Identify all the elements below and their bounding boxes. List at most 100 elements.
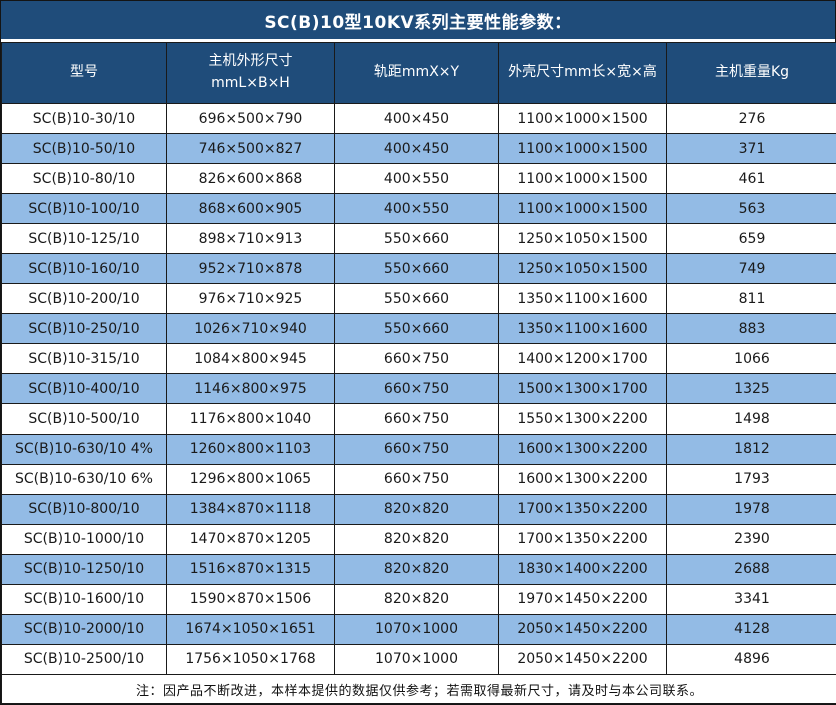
table-cell: 550×660 bbox=[335, 224, 499, 254]
table-cell: 1470×870×1205 bbox=[167, 524, 335, 554]
table-row: SC(B)10-2000/101674×1050×16511070×100020… bbox=[2, 614, 836, 644]
table-cell: 976×710×925 bbox=[167, 284, 335, 314]
header-model: 型号 bbox=[2, 43, 167, 104]
table-cell: 2050×1450×2200 bbox=[499, 644, 667, 674]
table-cell: 550×660 bbox=[335, 284, 499, 314]
table-cell: 371 bbox=[667, 134, 836, 164]
table-cell: 660×750 bbox=[335, 374, 499, 404]
table-cell: 2390 bbox=[667, 524, 836, 554]
table-cell: 1590×870×1506 bbox=[167, 584, 335, 614]
table-cell: 1498 bbox=[667, 404, 836, 434]
table-footer: 注：因产品不断改进，本样本提供的数据仅供参考；若需取得最新尺寸，请及时与本公司联… bbox=[2, 675, 836, 704]
note-text: 注：因产品不断改进，本样本提供的数据仅供参考；若需取得最新尺寸，请及时与本公司联… bbox=[2, 675, 836, 704]
table-cell: SC(B)10-1600/10 bbox=[2, 584, 167, 614]
header-host-dimensions-line1: 主机外形尺寸 bbox=[169, 51, 332, 73]
table-cell: 820×820 bbox=[335, 524, 499, 554]
table-row: SC(B)10-200/10976×710×925550×6601350×110… bbox=[2, 284, 836, 314]
table-cell: 1026×710×940 bbox=[167, 314, 335, 344]
table-cell: 2050×1450×2200 bbox=[499, 614, 667, 644]
header-host-dimensions: 主机外形尺寸 mmL×B×H bbox=[167, 43, 335, 104]
table-cell: 3341 bbox=[667, 584, 836, 614]
table-cell: 660×750 bbox=[335, 464, 499, 494]
table-cell: 1550×1300×2200 bbox=[499, 404, 667, 434]
table-cell: 1260×800×1103 bbox=[167, 434, 335, 464]
header-rail-gauge-label: 轨距mmX×Y bbox=[337, 62, 496, 84]
table-cell: SC(B)10-800/10 bbox=[2, 494, 167, 524]
table-cell: SC(B)10-630/10 6% bbox=[2, 464, 167, 494]
table-cell: SC(B)10-250/10 bbox=[2, 314, 167, 344]
table-cell: 811 bbox=[667, 284, 836, 314]
table-cell: 1384×870×1118 bbox=[167, 494, 335, 524]
table-cell: 952×710×878 bbox=[167, 254, 335, 284]
table-cell: 1100×1000×1500 bbox=[499, 194, 667, 224]
table-cell: 883 bbox=[667, 314, 836, 344]
table-row: SC(B)10-160/10952×710×878550×6601250×105… bbox=[2, 254, 836, 284]
table-cell: 868×600×905 bbox=[167, 194, 335, 224]
table-cell: 1250×1050×1500 bbox=[499, 254, 667, 284]
table-cell: 550×660 bbox=[335, 314, 499, 344]
table-cell: SC(B)10-80/10 bbox=[2, 164, 167, 194]
header-rail-gauge: 轨距mmX×Y bbox=[335, 43, 499, 104]
table-cell: SC(B)10-160/10 bbox=[2, 254, 167, 284]
table-cell: 1400×1200×1700 bbox=[499, 344, 667, 374]
table-cell: 1500×1300×1700 bbox=[499, 374, 667, 404]
table-cell: 1793 bbox=[667, 464, 836, 494]
header-enclosure-size-label: 外壳尺寸mm长×宽×高 bbox=[501, 62, 664, 84]
table-header: 型号 主机外形尺寸 mmL×B×H 轨距mmX×Y 外壳尺寸mm长×宽×高 主机… bbox=[2, 43, 836, 104]
table-cell: 1350×1100×1600 bbox=[499, 314, 667, 344]
header-host-dimensions-line2: mmL×B×H bbox=[169, 73, 332, 95]
header-enclosure-size: 外壳尺寸mm长×宽×高 bbox=[499, 43, 667, 104]
table-cell: SC(B)10-50/10 bbox=[2, 134, 167, 164]
table-cell: 1070×1000 bbox=[335, 614, 499, 644]
table-row: SC(B)10-500/101176×800×1040660×7501550×1… bbox=[2, 404, 836, 434]
table-row: SC(B)10-30/10696×500×790400×4501100×1000… bbox=[2, 104, 836, 134]
note-row: 注：因产品不断改进，本样本提供的数据仅供参考；若需取得最新尺寸，请及时与本公司联… bbox=[2, 675, 836, 704]
table-row: SC(B)10-50/10746×500×827400×4501100×1000… bbox=[2, 134, 836, 164]
table-row: SC(B)10-1600/101590×870×1506820×8201970×… bbox=[2, 584, 836, 614]
table-cell: SC(B)10-1000/10 bbox=[2, 524, 167, 554]
table-row: SC(B)10-100/10868×600×905400×5501100×100… bbox=[2, 194, 836, 224]
table-cell: 1830×1400×2200 bbox=[499, 554, 667, 584]
spec-table: 型号 主机外形尺寸 mmL×B×H 轨距mmX×Y 外壳尺寸mm长×宽×高 主机… bbox=[1, 42, 836, 704]
table-cell: SC(B)10-630/10 4% bbox=[2, 434, 167, 464]
table-cell: 749 bbox=[667, 254, 836, 284]
table-cell: SC(B)10-400/10 bbox=[2, 374, 167, 404]
table-cell: 2688 bbox=[667, 554, 836, 584]
header-host-weight-label: 主机重量Kg bbox=[669, 62, 835, 84]
table-row: SC(B)10-80/10826×600×868400×5501100×1000… bbox=[2, 164, 836, 194]
table-row: SC(B)10-400/101146×800×975660×7501500×13… bbox=[2, 374, 836, 404]
table-cell: 1812 bbox=[667, 434, 836, 464]
table-row: SC(B)10-1000/101470×870×1205820×8201700×… bbox=[2, 524, 836, 554]
table-cell: 4128 bbox=[667, 614, 836, 644]
table-cell: 4896 bbox=[667, 644, 836, 674]
table-cell: 1600×1300×2200 bbox=[499, 434, 667, 464]
table-cell: SC(B)10-2000/10 bbox=[2, 614, 167, 644]
table-cell: 1700×1350×2200 bbox=[499, 524, 667, 554]
table-cell: 1970×1450×2200 bbox=[499, 584, 667, 614]
table-row: SC(B)10-1250/101516×870×1315820×8201830×… bbox=[2, 554, 836, 584]
table-cell: 1100×1000×1500 bbox=[499, 164, 667, 194]
table-cell: SC(B)10-200/10 bbox=[2, 284, 167, 314]
table-cell: SC(B)10-125/10 bbox=[2, 224, 167, 254]
table-cell: SC(B)10-315/10 bbox=[2, 344, 167, 374]
header-model-label: 型号 bbox=[4, 62, 164, 84]
table-row: SC(B)10-2500/101756×1050×17681070×100020… bbox=[2, 644, 836, 674]
table-cell: 696×500×790 bbox=[167, 104, 335, 134]
table-cell: 1146×800×975 bbox=[167, 374, 335, 404]
table-row: SC(B)10-630/10 6%1296×800×1065660×750160… bbox=[2, 464, 836, 494]
table-cell: 461 bbox=[667, 164, 836, 194]
table-cell: SC(B)10-1250/10 bbox=[2, 554, 167, 584]
table-cell: 1674×1050×1651 bbox=[167, 614, 335, 644]
table-cell: 1100×1000×1500 bbox=[499, 104, 667, 134]
table-cell: 563 bbox=[667, 194, 836, 224]
table-cell: 820×820 bbox=[335, 554, 499, 584]
table-cell: 820×820 bbox=[335, 584, 499, 614]
table-cell: SC(B)10-2500/10 bbox=[2, 644, 167, 674]
table-row: SC(B)10-315/101084×800×945660×7501400×12… bbox=[2, 344, 836, 374]
header-row: 型号 主机外形尺寸 mmL×B×H 轨距mmX×Y 外壳尺寸mm长×宽×高 主机… bbox=[2, 43, 836, 104]
spec-sheet: SC(B)10型10KV系列主要性能参数： 型号 主机外形尺寸 mmL×B×H … bbox=[0, 0, 836, 705]
page-title: SC(B)10型10KV系列主要性能参数： bbox=[1, 1, 835, 42]
table-cell: 826×600×868 bbox=[167, 164, 335, 194]
table-cell: 550×660 bbox=[335, 254, 499, 284]
table-cell: 1066 bbox=[667, 344, 836, 374]
